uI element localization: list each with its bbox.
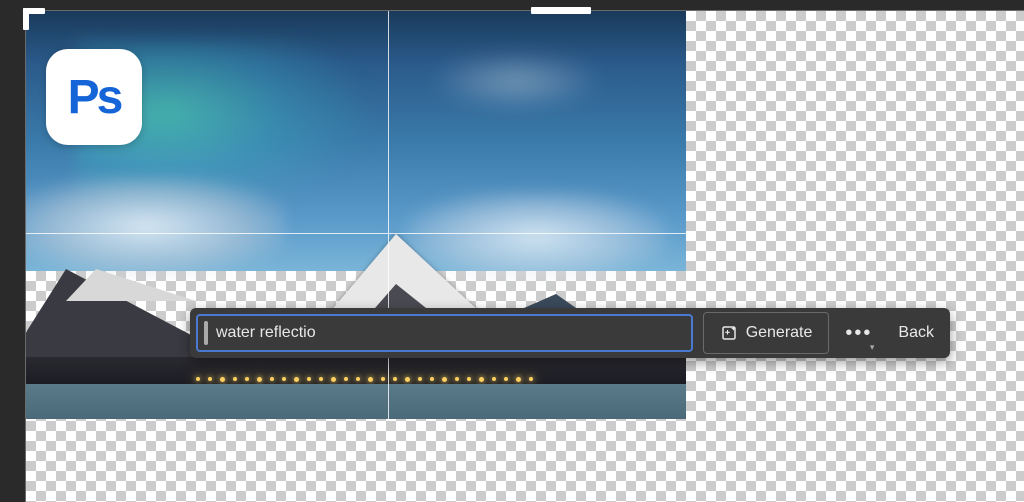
cloud-layer [26,176,286,276]
more-icon: ••• [845,322,872,344]
water-layer [26,384,686,419]
prompt-input[interactable] [216,324,685,342]
photoshop-app-icon: Ps [46,49,142,145]
prompt-input-wrapper[interactable] [196,314,693,352]
mountain-snow-layer [66,269,196,301]
chevron-down-icon: ▾ [870,342,877,353]
back-button[interactable]: Back [888,324,944,342]
generate-sparkle-icon [720,324,738,342]
generate-button-label: Generate [746,324,813,342]
cloud-layer [426,51,606,111]
photoshop-badge-text: Ps [68,70,121,125]
generative-fill-toolbar: Generate ••• ▾ Back [190,308,950,358]
workspace: Ps [25,10,1024,502]
generate-button[interactable]: Generate [703,312,830,354]
more-options-button[interactable]: ••• ▾ [839,322,878,345]
back-button-label: Back [898,324,934,341]
city-lights-layer [196,374,626,384]
drag-handle-icon[interactable] [204,321,208,345]
